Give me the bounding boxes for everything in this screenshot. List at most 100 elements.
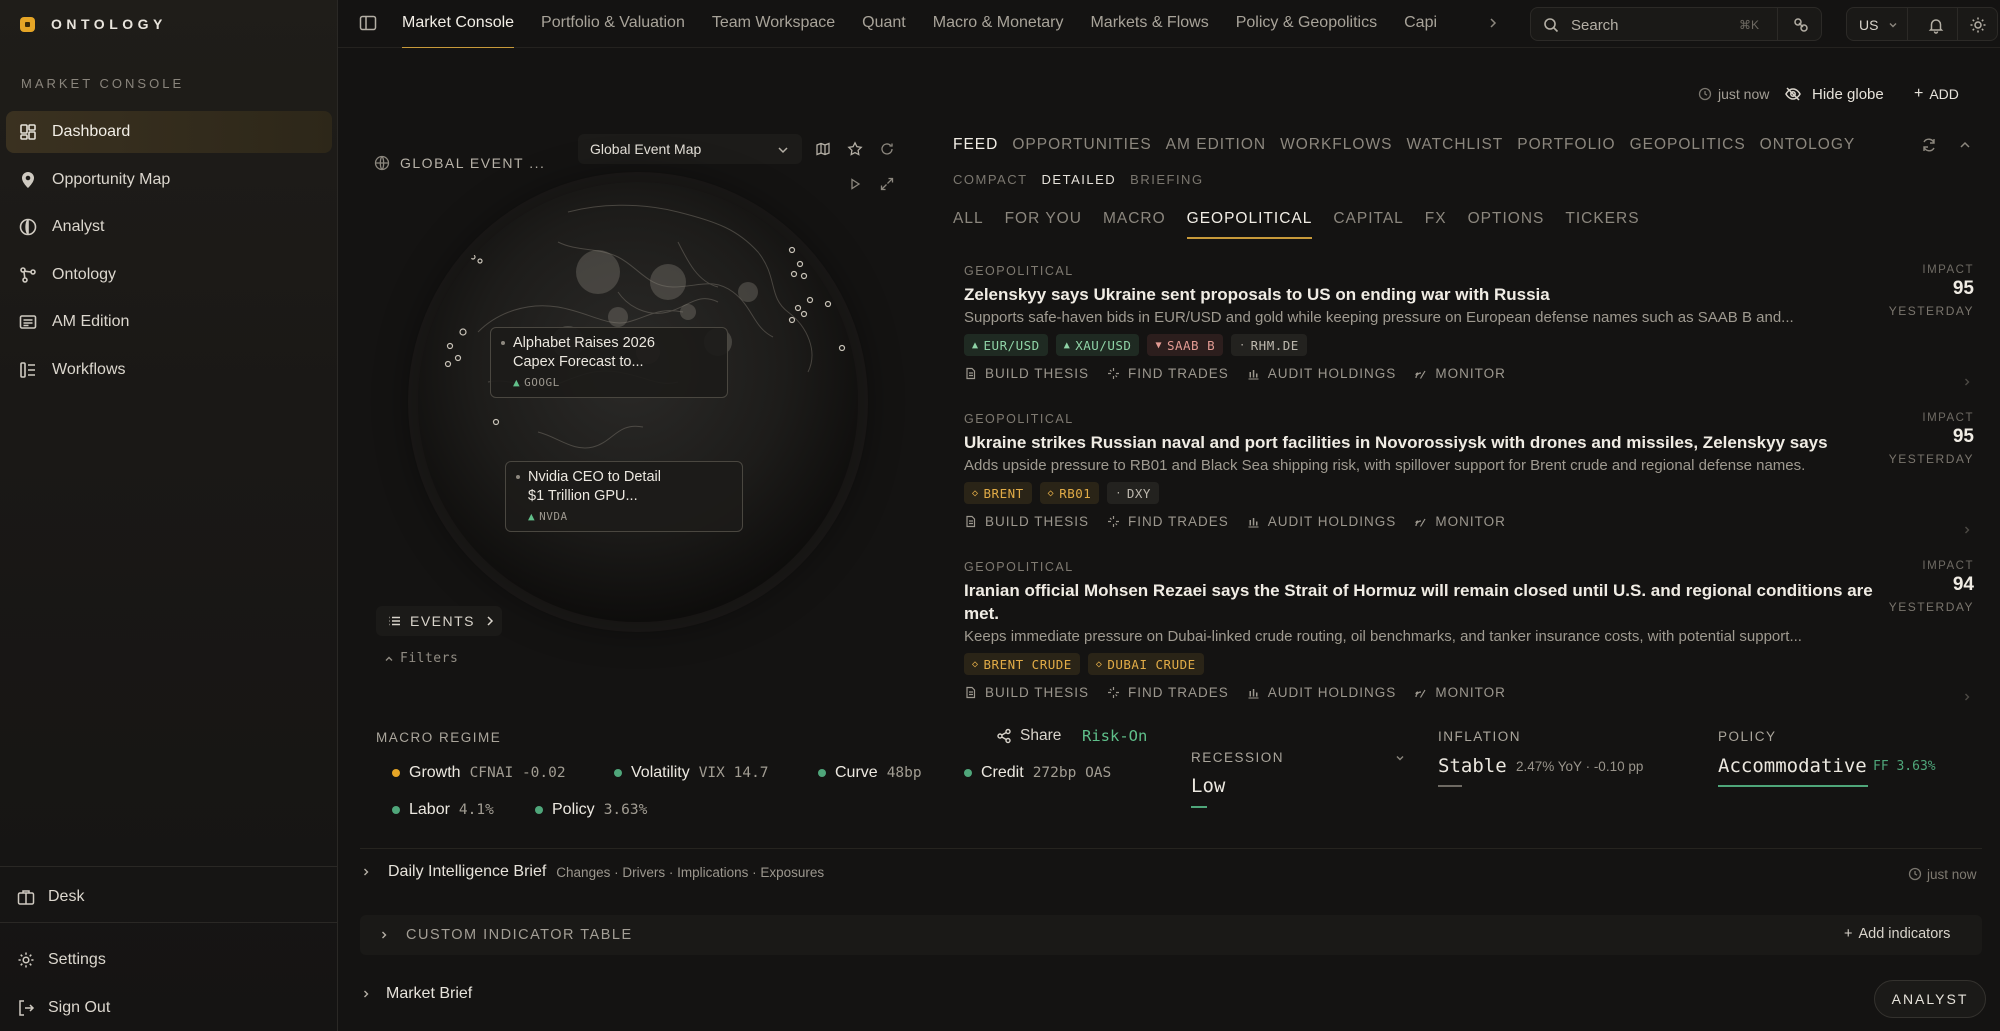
sun-icon[interactable] xyxy=(1969,16,1987,34)
monitor-button[interactable]: MONITOR xyxy=(1414,514,1506,529)
view-compact[interactable]: COMPACT xyxy=(953,172,1028,187)
ticker-chip[interactable]: ▲ XAU/USD xyxy=(1055,334,1140,356)
refresh-icon[interactable] xyxy=(1920,136,1938,154)
monitor-button[interactable]: MONITOR xyxy=(1414,366,1506,381)
chevron-right-icon[interactable] xyxy=(1486,16,1500,30)
audit-holdings-button[interactable]: AUDIT HOLDINGS xyxy=(1247,685,1397,700)
feed-card[interactable]: GEOPOLITICAL Ukraine strikes Russian nav… xyxy=(964,412,1974,538)
brand[interactable]: ONTOLOGY xyxy=(20,14,167,34)
feed-card[interactable]: GEOPOLITICAL Iranian official Mohsen Rez… xyxy=(964,560,1974,708)
feed-tab-feed[interactable]: FEED xyxy=(953,136,998,154)
inflation-indicator-bar xyxy=(1438,785,1462,787)
card-headline[interactable]: Zelenskyy says Ukraine sent proposals to… xyxy=(964,283,1884,306)
map-icon[interactable] xyxy=(815,141,831,157)
find-trades-button[interactable]: FIND TRADES xyxy=(1107,366,1229,381)
tab-quant[interactable]: Quant xyxy=(862,0,906,48)
category-options[interactable]: OPTIONS xyxy=(1468,208,1545,238)
feed-tab-portfolio[interactable]: PORTFOLIO xyxy=(1517,136,1615,154)
filters-toggle[interactable]: Filters xyxy=(384,651,458,666)
expand-icon[interactable] xyxy=(879,176,895,192)
feed-tab-geopolitics[interactable]: GEOPOLITICS xyxy=(1630,136,1746,154)
tab-policy-geopolitics[interactable]: Policy & Geopolitics xyxy=(1236,0,1377,48)
ticker-chip[interactable]: ▼ SAAB B xyxy=(1147,334,1224,356)
card-headline[interactable]: Ukraine strikes Russian naval and port f… xyxy=(964,431,1904,454)
feed-card[interactable]: GEOPOLITICAL Zelenskyy says Ukraine sent… xyxy=(964,264,1974,390)
view-detailed[interactable]: DETAILED xyxy=(1042,172,1117,187)
ticker-chip[interactable]: ◇ RB01 xyxy=(1039,482,1100,504)
refresh-icon[interactable] xyxy=(879,141,895,157)
analyst-button[interactable]: ANALYST xyxy=(1874,980,1986,1018)
tab-market-console[interactable]: Market Console xyxy=(402,0,515,48)
tab-team-workspace[interactable]: Team Workspace xyxy=(712,0,835,48)
category-tickers[interactable]: TICKERS xyxy=(1565,208,1639,238)
play-icon[interactable] xyxy=(847,176,863,192)
tab-macro-monetary[interactable]: Macro & Monetary xyxy=(933,0,1064,48)
tab-capital[interactable]: Capi xyxy=(1404,0,1437,48)
find-trades-button[interactable]: FIND TRADES xyxy=(1107,514,1229,529)
sidebar-item-dashboard[interactable]: Dashboard xyxy=(6,111,332,153)
sidebar-item-workflows[interactable]: Workflows xyxy=(6,349,332,391)
feed-tab-ontology[interactable]: ONTOLOGY xyxy=(1760,136,1856,154)
star-icon[interactable] xyxy=(847,141,863,157)
search-input[interactable]: Search xyxy=(1571,17,1619,34)
ticker-chip[interactable]: ◇ BRENT CRUDE xyxy=(964,653,1080,675)
tab-portfolio-valuation[interactable]: Portfolio & Valuation xyxy=(541,0,685,48)
ticker-chip[interactable]: ◇ DUBAI CRUDE xyxy=(1087,653,1204,675)
category-fx[interactable]: FX xyxy=(1425,208,1447,238)
sidebar-item-opportunity-map[interactable]: Opportunity Map xyxy=(6,159,332,201)
sidebar-item-analyst[interactable]: Analyst xyxy=(6,206,332,248)
hide-globe-button[interactable]: Hide globe xyxy=(1784,84,1884,104)
build-thesis-button[interactable]: BUILD THESIS xyxy=(964,366,1089,381)
events-button[interactable]: EVENTS xyxy=(376,606,502,636)
bell-icon[interactable] xyxy=(1927,16,1945,34)
action-label: AUDIT HOLDINGS xyxy=(1267,514,1397,529)
globe-event-callout[interactable]: Nvidia CEO to Detail $1 Trillion GPU... … xyxy=(505,461,743,532)
build-thesis-button[interactable]: BUILD THESIS xyxy=(964,685,1089,700)
chevron-down-icon[interactable] xyxy=(1887,19,1899,31)
chevron-up-icon[interactable] xyxy=(1956,136,1974,154)
ticker-chip[interactable]: · RHM.DE xyxy=(1231,334,1307,356)
category-geopolitical[interactable]: GEOPOLITICAL xyxy=(1186,208,1313,239)
monitor-button[interactable]: MONITOR xyxy=(1414,685,1506,700)
category-all[interactable]: ALL xyxy=(953,208,984,238)
sidebar-toggle-icon[interactable] xyxy=(358,13,378,33)
category-for-you[interactable]: FOR YOU xyxy=(1005,208,1082,238)
chevron-right-icon[interactable] xyxy=(1962,525,1972,535)
build-thesis-button[interactable]: BUILD THESIS xyxy=(964,514,1089,529)
card-headline[interactable]: Iranian official Mohsen Rezaei says the … xyxy=(964,579,1884,625)
tab-markets-flows[interactable]: Markets & Flows xyxy=(1090,0,1208,48)
chevron-right-icon[interactable] xyxy=(1962,692,1972,702)
add-button[interactable]: + ADD xyxy=(1914,84,1959,104)
feed-tab-workflows[interactable]: WORKFLOWS xyxy=(1280,136,1392,154)
search-box[interactable]: Search ⌘K xyxy=(1530,7,1822,41)
custom-table-header[interactable]: CUSTOM INDICATOR TABLE xyxy=(378,927,633,943)
feed-tab-am-edition[interactable]: AM EDITION xyxy=(1166,136,1266,154)
audit-holdings-button[interactable]: AUDIT HOLDINGS xyxy=(1247,366,1397,381)
sidebar-item-settings[interactable]: Settings xyxy=(6,942,332,978)
sidebar-item-desk[interactable]: Desk xyxy=(6,879,332,915)
region-select[interactable]: US xyxy=(1859,17,1878,33)
view-briefing[interactable]: BRIEFING xyxy=(1130,172,1203,187)
ticker-chip[interactable]: ◇ BRENT xyxy=(964,482,1032,504)
daily-brief-header[interactable]: Daily Intelligence Brief Changes · Drive… xyxy=(360,863,824,881)
audit-holdings-button[interactable]: AUDIT HOLDINGS xyxy=(1247,514,1397,529)
market-brief-header[interactable]: Market Brief xyxy=(360,985,472,1003)
globe-event-callout[interactable]: Alphabet Raises 2026 Capex Forecast to..… xyxy=(490,327,728,398)
find-trades-button[interactable]: FIND TRADES xyxy=(1107,685,1229,700)
sidebar-item-sign-out[interactable]: Sign Out xyxy=(6,990,332,1026)
chevron-right-icon[interactable] xyxy=(1962,377,1972,387)
sidebar-item-am-edition[interactable]: AM Edition xyxy=(6,301,332,343)
map-select[interactable]: Global Event Map xyxy=(578,134,802,164)
category-macro[interactable]: MACRO xyxy=(1103,208,1166,238)
ticker-chip[interactable]: · DXY xyxy=(1107,482,1159,504)
sidebar-item-ontology[interactable]: Ontology xyxy=(6,254,332,296)
share-button[interactable]: Share xyxy=(996,727,1061,745)
globe-visualization[interactable] xyxy=(418,182,858,622)
feed-tab-opportunities[interactable]: OPPORTUNITIES xyxy=(1012,136,1151,154)
ticker-chip[interactable]: ▲ EUR/USD xyxy=(964,334,1048,356)
link-icon[interactable] xyxy=(1793,17,1809,33)
feed-tab-watchlist[interactable]: WATCHLIST xyxy=(1406,136,1503,154)
chevron-down-icon[interactable] xyxy=(1394,752,1406,764)
add-indicators-button[interactable]: + Add indicators xyxy=(1844,926,1950,942)
category-capital[interactable]: CAPITAL xyxy=(1333,208,1403,238)
